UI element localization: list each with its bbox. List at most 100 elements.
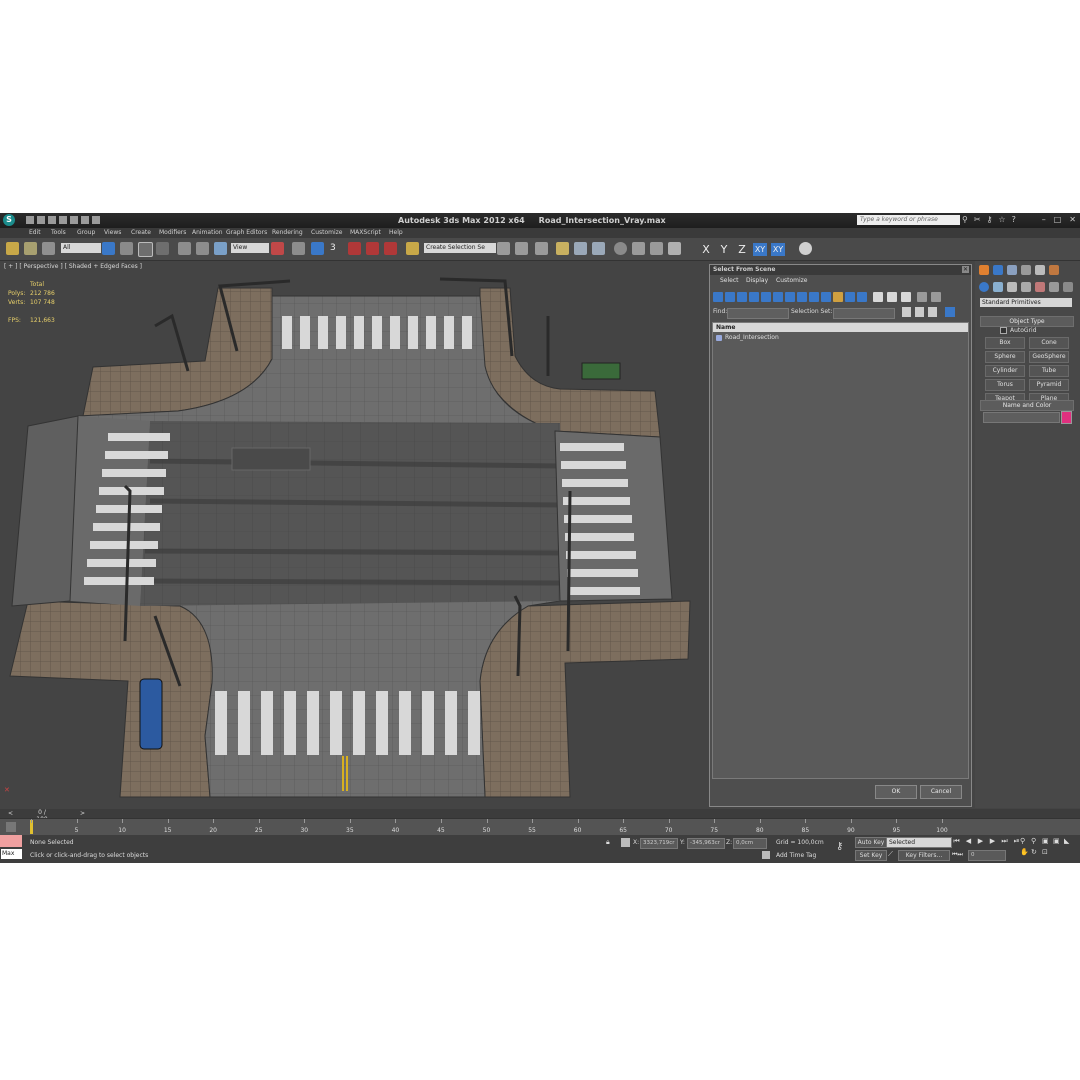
named-selection-dropdown[interactable]: Create Selection Se [424, 243, 496, 253]
keyboard-shortcut-override-icon[interactable] [311, 242, 324, 255]
lock-selection-icon[interactable]: 🔒︎ [606, 838, 610, 847]
cone-button[interactable]: Cone [1029, 337, 1069, 349]
time-next-icon[interactable]: > [80, 810, 85, 817]
maxscript-mini-listener[interactable]: Max [1, 849, 22, 859]
time-prev-icon[interactable]: < [8, 810, 13, 817]
edit-named-selection-icon[interactable] [406, 242, 419, 255]
menu-group[interactable]: Group [77, 229, 95, 236]
utilities-tab-icon[interactable] [1049, 265, 1059, 275]
next-frame-icon[interactable]: ▶ [988, 837, 997, 846]
key-mode-icon[interactable]: ⏮⏭ [952, 851, 963, 859]
orbit-icon[interactable]: ↻ [1031, 848, 1040, 857]
scene-object-list[interactable]: Name Road_Intersection [712, 322, 969, 779]
undo-icon[interactable] [59, 216, 67, 224]
display-all-icon[interactable] [857, 292, 867, 302]
vray-icon[interactable] [799, 242, 812, 255]
display-helpers-icon[interactable] [761, 292, 771, 302]
help-icon[interactable]: ? [1012, 215, 1016, 224]
render-production-icon[interactable] [668, 242, 681, 255]
graphite-ribbon-icon[interactable] [556, 242, 569, 255]
layer-manager-icon[interactable] [535, 242, 548, 255]
star-icon[interactable]: ☆ [998, 215, 1005, 224]
minimize-icon[interactable]: – [1042, 215, 1046, 224]
shapes-category-icon[interactable] [993, 282, 1003, 292]
menu-create[interactable]: Create [131, 229, 151, 236]
perspective-viewport[interactable]: [ + ] [ Perspective ] [ Shaded + Edged F… [0, 261, 706, 808]
zoom-extents-icon[interactable]: ▣ [1042, 837, 1051, 846]
select-link-icon[interactable] [6, 242, 19, 255]
systems-category-icon[interactable] [1063, 282, 1073, 292]
tube-button[interactable]: Tube [1029, 365, 1069, 377]
name-and-color-rollout[interactable]: Name and Color [980, 400, 1074, 411]
filter-icon[interactable] [917, 292, 927, 302]
maximize-viewport-icon[interactable]: ⊡ [1042, 848, 1051, 857]
axis-z-button[interactable]: Z [735, 243, 749, 256]
menu-tools[interactable]: Tools [51, 229, 66, 236]
selection-set-remove-icon[interactable] [915, 307, 924, 317]
geosphere-button[interactable]: GeoSphere [1029, 351, 1069, 363]
go-to-end-icon[interactable]: ⏭ [1000, 837, 1009, 846]
material-editor-icon[interactable] [614, 242, 627, 255]
filter-options-icon[interactable] [931, 292, 941, 302]
geometry-category-icon[interactable] [979, 282, 989, 292]
close-icon[interactable]: ✕ [1069, 215, 1076, 224]
bind-space-warp-icon[interactable] [42, 242, 55, 255]
space-warps-category-icon[interactable] [1049, 282, 1059, 292]
current-frame-field[interactable]: 0 [968, 850, 1006, 861]
cancel-button[interactable]: Cancel [920, 785, 962, 799]
set-key-button[interactable]: Set Key [855, 850, 887, 861]
align-icon[interactable] [515, 242, 528, 255]
move-icon[interactable] [178, 242, 191, 255]
road-intersection-model[interactable]: ✕ [0, 261, 706, 808]
set-key-icon[interactable]: ⚷ [836, 841, 843, 852]
find-input[interactable] [727, 308, 789, 319]
rotate-icon[interactable] [196, 242, 209, 255]
key-filters-button[interactable]: Key Filters... [898, 850, 950, 861]
previous-frame-icon[interactable]: ◀ [964, 837, 973, 846]
schematic-view-icon[interactable] [592, 242, 605, 255]
z-coord-field[interactable]: 0,0cm [733, 838, 767, 849]
y-coord-field[interactable]: -345,963cr [687, 838, 725, 849]
binoculars-icon[interactable]: ⚲ [962, 215, 968, 224]
dialog-menu-display[interactable]: Display [746, 277, 768, 284]
cylinder-button[interactable]: Cylinder [985, 365, 1025, 377]
dialog-close-icon[interactable]: ✕ [962, 266, 969, 273]
spinner-snap-icon[interactable] [384, 242, 397, 255]
primitive-category-dropdown[interactable]: Standard Primitives [980, 298, 1072, 307]
sync-selection-icon[interactable] [945, 307, 955, 317]
rectangular-selection-icon[interactable] [138, 242, 153, 257]
create-tab-icon[interactable] [979, 265, 989, 275]
menu-customize[interactable]: Customize [311, 229, 343, 236]
open-file-icon[interactable] [37, 216, 45, 224]
box-button[interactable]: Box [985, 337, 1025, 349]
zoom-all-icon[interactable]: ⚲ [1031, 837, 1040, 846]
cameras-category-icon[interactable] [1021, 282, 1031, 292]
select-none-icon[interactable] [887, 292, 897, 302]
menu-rendering[interactable]: Rendering [272, 229, 303, 236]
lights-category-icon[interactable] [1007, 282, 1017, 292]
axis-y-button[interactable]: Y [717, 243, 731, 256]
time-slider[interactable]: < 0 / 100 > [0, 809, 1080, 823]
selection-set-add-icon[interactable] [902, 307, 911, 317]
percent-snap-icon[interactable] [366, 242, 379, 255]
hierarchy-tab-icon[interactable] [1007, 265, 1017, 275]
pivot-center-icon[interactable] [271, 242, 284, 255]
menu-modifiers[interactable]: Modifiers [159, 229, 186, 236]
display-shapes-icon[interactable] [725, 292, 735, 302]
zoom-icon[interactable]: ⚲ [1020, 837, 1029, 846]
mini-curve-editor-icon[interactable] [6, 822, 16, 832]
select-manipulate-icon[interactable] [292, 242, 305, 255]
mirror-icon[interactable] [497, 242, 510, 255]
play-icon[interactable]: ▶ [976, 837, 985, 846]
display-cameras-icon[interactable] [749, 292, 759, 302]
maximize-icon[interactable]: □ [1054, 215, 1062, 224]
redo-icon[interactable] [70, 216, 78, 224]
reference-coordinate-dropdown[interactable]: View [231, 243, 269, 253]
add-time-tag-button[interactable]: Add Time Tag [776, 852, 816, 859]
hold-icon[interactable] [81, 216, 89, 224]
time-tag-icon[interactable] [762, 851, 770, 859]
select-invert-icon[interactable] [901, 292, 911, 302]
axis-xy-plane-button[interactable]: XY [771, 243, 785, 256]
torus-button[interactable]: Torus [985, 379, 1025, 391]
dialog-menu-select[interactable]: Select [720, 277, 739, 284]
